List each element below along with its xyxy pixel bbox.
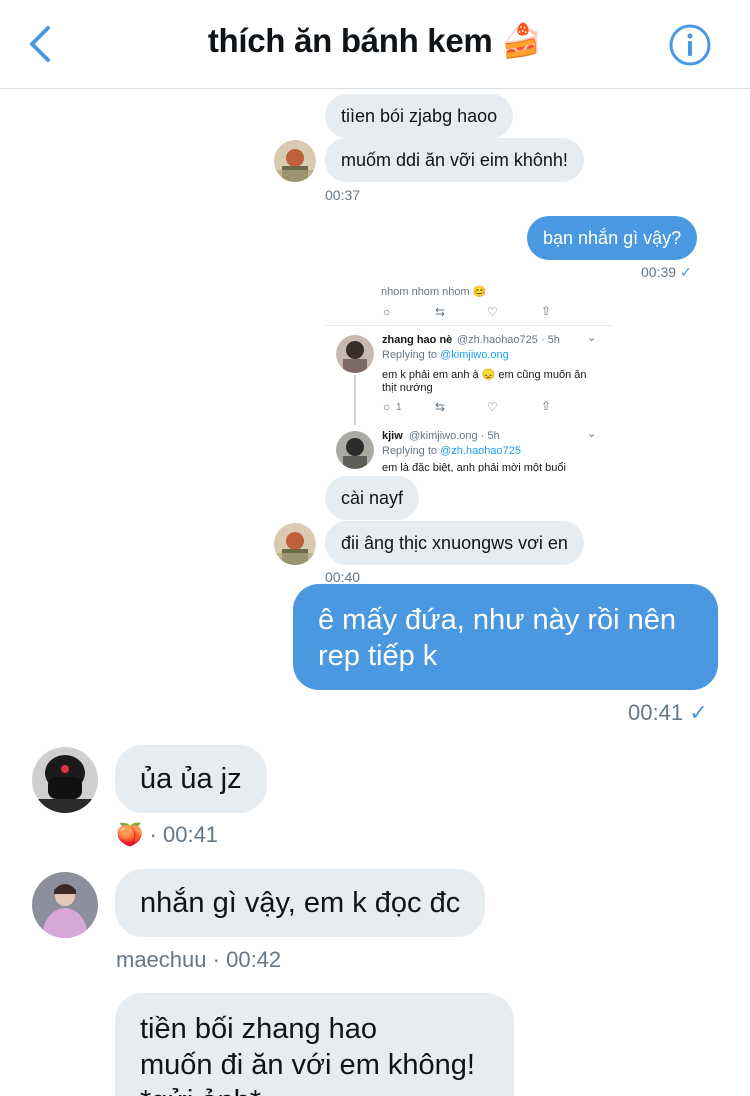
conversation-title: thích ăn bánh kem 🍰 [0,22,750,61]
message-bubble-incoming[interactable]: muốm ddi ăn vỡi eim khônh! [325,138,584,182]
meta-separator: · [149,822,157,847]
share-icon: ⇧ [541,304,552,318]
message-bubble-incoming[interactable]: tiìen bói zjabg haoo [325,94,514,138]
sender-avatar[interactable] [274,523,316,565]
replying-to-handle: @zh.haohao725 [440,445,522,457]
tweet-author-name: zhang hao nè [382,334,453,346]
shared-image[interactable]: nhom nhom nhom 😊 ○ ⇆ ♡ ⇧ zhang hao nè @z… [325,286,612,472]
tweet-text: thịt nướng [382,382,433,394]
share-icon: ⇧ [541,399,552,413]
replying-to-label: Replying to [382,445,438,457]
message-timestamp: 00:40 [325,569,361,583]
tweet-avatar [336,335,374,373]
divider [325,325,612,326]
like-icon: ♡ [487,400,498,414]
message-bubble-incoming[interactable]: ủa ủa jz [115,745,267,813]
timestamp-text: 00:41 [628,700,684,725]
read-check-icon: ✓ [679,264,692,280]
message-timestamp: 00:37 [325,187,361,203]
retweet-icon: ⇆ [435,400,446,414]
sender-avatar[interactable] [32,747,98,813]
timestamp-text: 00:39 [641,264,677,280]
tweet-menu-chevron-icon: ⌄ [587,332,597,344]
message-timestamp: 00:41 ✓ [628,700,708,726]
replying-to-label: Replying to [382,349,438,361]
timestamp-text: 00:42 [226,947,282,972]
sender-avatar[interactable] [32,872,98,938]
sender-avatar[interactable] [274,140,316,182]
message-timestamp: 00:39 ✓ [641,264,692,281]
retweet-icon: ⇆ [435,305,446,319]
message-meta: maechuu · 00:42 [116,947,281,973]
tweet-author-handle: @zh.haohao725 · 5h [457,334,560,346]
tweet-text: em k phải em anh à 😞 em cũng muốn ăn [382,369,587,381]
replying-to-handle: @kimjiwo.ong [440,349,509,361]
meta-separator: · [212,947,220,972]
reply-count: 1 [396,402,402,413]
message-bubble-outgoing[interactable]: bạn nhắn gì vậy? [527,216,698,260]
sender-name: maechuu [116,947,207,972]
tweet-text: em là đặc biệt, anh phải mời một buổi [382,462,566,472]
message-bubble-incoming[interactable]: đii âng thịc xnuongws vơi en [325,521,584,565]
tweet-author-name: kjiw [382,430,403,442]
read-check-icon: ✓ [689,700,708,725]
timestamp-text: 00:41 [162,822,219,847]
tweet-avatar [336,431,374,469]
conversation-title-text: thích ăn bánh kem [207,22,493,59]
peach-emoji: 🍑 [116,822,144,847]
reply-icon: ○ [383,400,391,414]
cake-emoji: 🍰 [501,22,543,59]
message-bubble-incoming[interactable]: tiền bối zhang hao muốn đi ăn với em khô… [115,993,514,1096]
reply-icon: ○ [383,305,391,319]
tweet-top-text: nhom nhom nhom 😊 [381,286,487,298]
tweet-menu-chevron-icon: ⌄ [587,428,597,440]
message-meta: 🍑 · 00:41 [116,822,218,848]
message-bubble-outgoing[interactable]: ê mấy đứa, như này rồi nên rep tiếp k [293,584,718,690]
info-icon[interactable] [668,23,712,67]
message-bubble-incoming[interactable]: nhắn gì vậy, em k đọc đc [115,869,486,937]
like-icon: ♡ [487,305,498,319]
message-bubble-incoming[interactable]: cài nayf [325,476,420,520]
conversation-header: thích ăn bánh kem 🍰 [0,0,750,89]
tweet-author-handle: @kimjiwo.ong · 5h [409,430,500,442]
thread-line [354,375,356,425]
